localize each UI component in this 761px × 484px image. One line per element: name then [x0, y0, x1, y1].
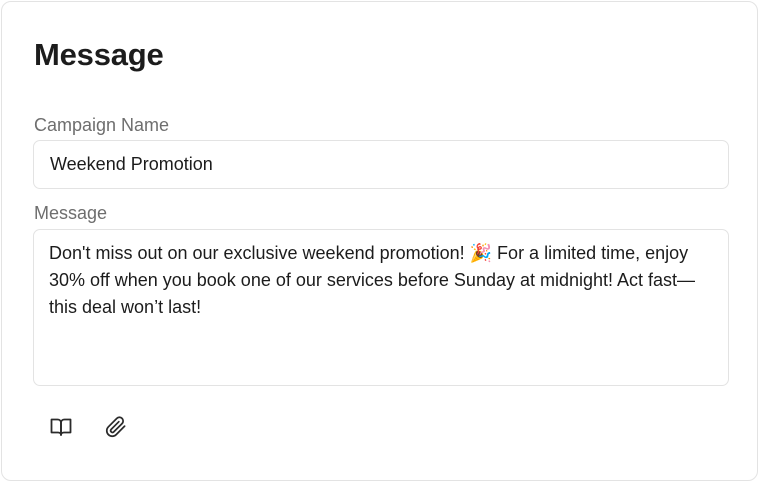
paperclip-icon — [105, 416, 127, 438]
message-card: Message Campaign Name Message Don't miss… — [1, 1, 758, 481]
campaign-name-input[interactable] — [33, 140, 729, 189]
message-label: Message — [34, 203, 108, 223]
attach-button[interactable] — [101, 412, 131, 442]
book-button[interactable] — [46, 412, 76, 442]
message-textarea[interactable]: Don't miss out on our exclusive weekend … — [33, 229, 729, 386]
book-icon — [50, 417, 72, 437]
card-title: Message — [34, 37, 164, 72]
campaign-name-label: Campaign Name — [34, 115, 170, 135]
